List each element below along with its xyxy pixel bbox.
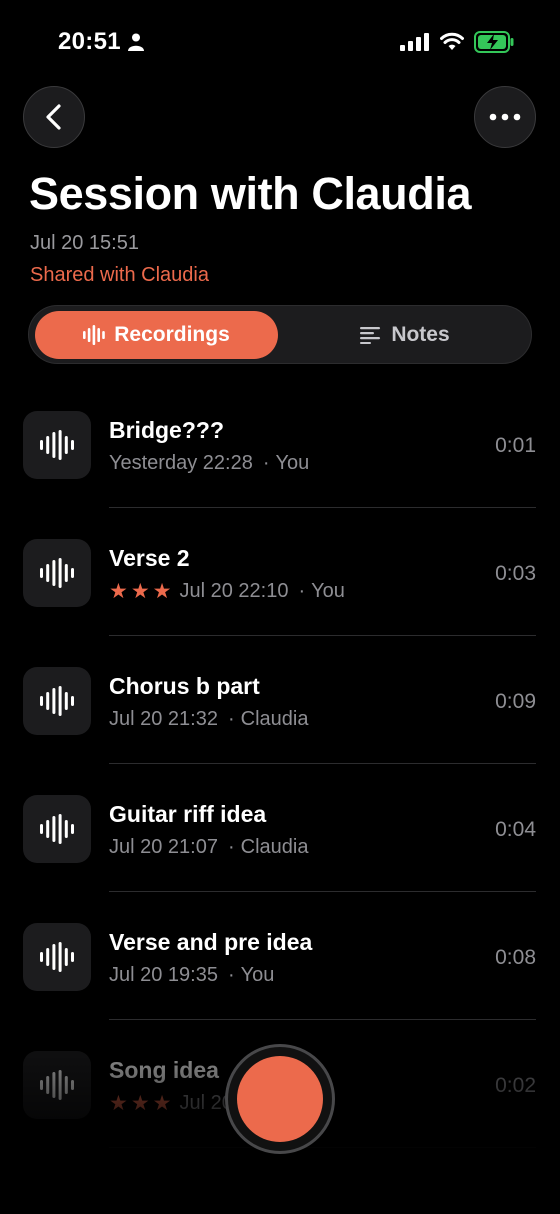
recording-author: You bbox=[311, 580, 345, 602]
recording-thumbnail bbox=[23, 667, 91, 735]
back-button[interactable] bbox=[23, 86, 85, 148]
star-icon: ★ bbox=[109, 580, 128, 603]
tab-notes-label: Notes bbox=[391, 323, 450, 346]
recording-title: Chorus b part bbox=[109, 673, 260, 699]
recording-title: Guitar riff idea bbox=[109, 801, 267, 827]
recording-thumbnail bbox=[23, 795, 91, 863]
status-time: 20:51 bbox=[58, 28, 121, 55]
session-date: Jul 20 15:51 bbox=[30, 232, 139, 254]
waveform-icon bbox=[40, 430, 74, 460]
recording-title: Song idea bbox=[109, 1057, 219, 1083]
star-icon: ★ bbox=[152, 580, 172, 603]
meta-separator: · bbox=[227, 836, 235, 858]
recording-author: Claudia bbox=[240, 708, 309, 730]
recording-time: Jul 20 19:35 bbox=[109, 964, 218, 986]
text-lines-icon bbox=[360, 327, 381, 344]
recording-row[interactable]: Verse and pre idea Jul 20 19:35 · You 0:… bbox=[0, 892, 560, 1020]
waveform-icon bbox=[40, 558, 74, 588]
tab-recordings-label: Recordings bbox=[114, 323, 230, 346]
wifi-icon bbox=[440, 32, 464, 50]
recording-author: You bbox=[240, 964, 275, 986]
recording-duration: 0:09 bbox=[495, 690, 536, 713]
chevron-left-icon bbox=[46, 104, 61, 130]
battery-charging-icon bbox=[474, 31, 514, 53]
recording-meta: Jul 20 21:32 · Claudia bbox=[109, 708, 308, 731]
waveform-icon bbox=[40, 814, 74, 844]
record-button-ring[interactable] bbox=[225, 1044, 335, 1154]
cellular-signal-icon bbox=[400, 33, 429, 51]
waveform-icon bbox=[83, 325, 106, 345]
star-icon: ★ bbox=[130, 1092, 150, 1115]
tab-recordings[interactable]: Recordings bbox=[35, 311, 278, 359]
recording-thumbnail bbox=[23, 411, 91, 479]
recording-duration: 0:02 bbox=[495, 1074, 536, 1097]
meta-separator: · bbox=[298, 580, 306, 602]
person-icon bbox=[128, 33, 144, 51]
divider bbox=[109, 1147, 536, 1148]
recording-title: Bridge??? bbox=[109, 417, 224, 443]
recording-thumbnail bbox=[23, 1051, 91, 1119]
ellipsis-icon bbox=[489, 113, 521, 121]
record-button[interactable] bbox=[237, 1056, 323, 1142]
page-title: Session with Claudia bbox=[29, 168, 472, 219]
star-icon: ★ bbox=[130, 580, 150, 603]
recording-time: Jul 20 21:32 bbox=[109, 708, 218, 730]
meta-separator: · bbox=[227, 708, 235, 730]
more-options-button[interactable] bbox=[474, 86, 536, 148]
recording-duration: 0:08 bbox=[495, 946, 536, 969]
waveform-icon bbox=[40, 942, 74, 972]
recording-meta: Jul 20 21:07 · Claudia bbox=[109, 836, 308, 859]
meta-separator: · bbox=[262, 452, 270, 474]
view-segmented-control: Recordings Notes bbox=[28, 305, 532, 364]
tab-notes[interactable]: Notes bbox=[283, 311, 527, 359]
recording-row[interactable]: Verse 2 ★ ★ ★ Jul 20 22:10 · You 0:03 bbox=[0, 508, 560, 636]
recording-time: Jul 20 21:07 bbox=[109, 836, 218, 858]
recording-title: Verse and pre idea bbox=[109, 929, 313, 955]
shared-with-label[interactable]: Shared with Claudia bbox=[30, 264, 209, 287]
recording-meta: Yesterday 22:28 · You bbox=[109, 452, 309, 475]
star-icon: ★ bbox=[109, 1092, 128, 1115]
recording-duration: 0:04 bbox=[495, 818, 536, 841]
recording-thumbnail bbox=[23, 539, 91, 607]
star-icon: ★ bbox=[152, 1092, 172, 1115]
status-bar: 20:51 bbox=[0, 0, 560, 84]
meta-separator: · bbox=[227, 964, 235, 986]
recording-duration: 0:01 bbox=[495, 434, 536, 457]
recordings-list: Bridge??? Yesterday 22:28 · You 0:01 Ver… bbox=[0, 380, 560, 1148]
recording-title: Verse 2 bbox=[109, 545, 190, 571]
rating-stars: ★ ★ ★ bbox=[109, 581, 171, 602]
recording-time: Yesterday 22:28 bbox=[109, 452, 253, 474]
recording-author: You bbox=[275, 452, 310, 474]
recording-duration: 0:03 bbox=[495, 562, 536, 585]
recording-author: Claudia bbox=[240, 836, 309, 858]
recording-row[interactable]: Chorus b part Jul 20 21:32 · Claudia 0:0… bbox=[0, 636, 560, 764]
waveform-icon bbox=[40, 1070, 74, 1100]
recording-row[interactable]: Bridge??? Yesterday 22:28 · You 0:01 bbox=[0, 380, 560, 508]
recording-row[interactable]: Guitar riff idea Jul 20 21:07 · Claudia … bbox=[0, 764, 560, 892]
recording-meta: ★ ★ ★ Jul 20 22:10 · You bbox=[109, 580, 345, 603]
rating-stars: ★ ★ ★ bbox=[109, 1093, 171, 1114]
waveform-icon bbox=[40, 686, 74, 716]
recording-meta: Jul 20 19:35 · You bbox=[109, 964, 274, 987]
recording-thumbnail bbox=[23, 923, 91, 991]
recording-time: Jul 20 22:10 bbox=[179, 580, 289, 602]
